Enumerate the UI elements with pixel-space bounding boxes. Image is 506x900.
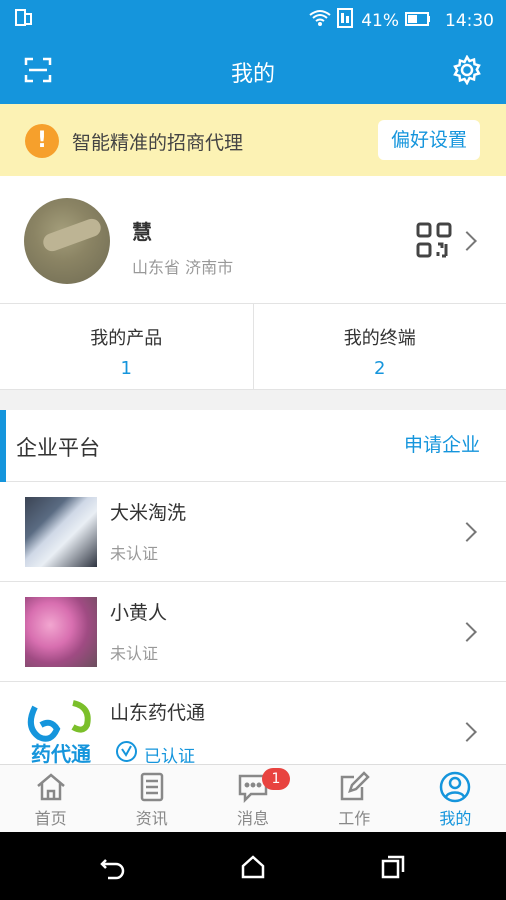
list-item[interactable]: 小黄人 未认证 [0,582,506,682]
stat-value: 2 [374,358,386,379]
profile-card[interactable]: 慧 山东省 济南市 [0,176,506,304]
notice-banner: ! 智能精准的招商代理 偏好设置 [0,104,506,176]
company-thumbnail [25,597,97,667]
tab-work[interactable]: 工作 [304,765,405,832]
stat-label: 我的终端 [343,328,416,349]
signal-icon [337,8,355,33]
company-logo: 药代通 [25,697,97,767]
section-title: 企业平台 [16,436,100,460]
user-location: 山东省 济南市 [132,258,234,277]
chevron-right-icon [457,722,477,742]
enterprise-platform-header: 企业平台 申请企业 [0,410,506,482]
back-icon[interactable] [100,854,126,880]
edit-icon [340,771,370,801]
home-nav-icon[interactable] [240,854,266,880]
notice-text: 智能精准的招商代理 [72,132,244,154]
battery-icon [405,11,431,31]
tab-label: 首页 [34,809,67,828]
qr-code-icon[interactable] [416,222,452,258]
user-name: 慧 [132,220,152,244]
message-count-badge: 1 [262,768,290,790]
app-header: 我的 [0,36,506,104]
avatar[interactable] [24,198,110,284]
stats-row: 我的产品 1 我的终端 2 [0,304,506,390]
chevron-right-icon [457,231,477,251]
home-icon [36,773,65,801]
apply-enterprise-link[interactable]: 申请企业 [404,430,480,457]
company-status: 未认证 [110,644,159,663]
stat-label: 我的产品 [90,328,163,349]
news-icon [140,772,164,802]
recents-icon[interactable] [380,854,406,880]
stat-value: 1 [120,358,132,379]
section-accent-bar [0,410,6,482]
clock: 14:30 [445,10,494,31]
tab-home[interactable]: 首页 [0,765,101,832]
tab-label: 消息 [237,809,270,828]
status-bar: 41% 14:30 [0,0,506,36]
user-icon [440,771,471,803]
company-status: 未认证 [110,544,159,563]
bottom-tab-bar: 首页 资讯 消息 工作 我的 [0,764,506,832]
system-nav-bar [0,832,506,900]
wifi-icon [309,8,331,33]
page-title: 我的 [230,62,275,87]
warning-icon: ! [25,124,59,158]
tab-me[interactable]: 我的 [405,765,506,832]
list-item[interactable]: 大米淘洗 未认证 [0,482,506,582]
verified-icon [116,741,137,762]
my-products[interactable]: 我的产品 1 [0,304,253,389]
logo-text: 药代通 [31,742,91,766]
chevron-right-icon [457,622,477,642]
battery-text: 41% [361,10,399,31]
gear-icon[interactable] [452,54,482,86]
preference-settings-button[interactable]: 偏好设置 [378,120,480,160]
company-name: 小黄人 [110,602,168,624]
tab-label: 资讯 [135,809,168,828]
tab-label: 我的 [439,809,472,828]
tab-label: 工作 [338,809,371,828]
company-name: 山东药代通 [110,702,206,724]
company-name: 大米淘洗 [110,502,187,524]
chevron-right-icon [457,522,477,542]
device-icon [14,8,34,33]
tab-news[interactable]: 资讯 [101,765,202,832]
my-terminals[interactable]: 我的终端 2 [252,304,506,389]
company-thumbnail [25,497,97,567]
